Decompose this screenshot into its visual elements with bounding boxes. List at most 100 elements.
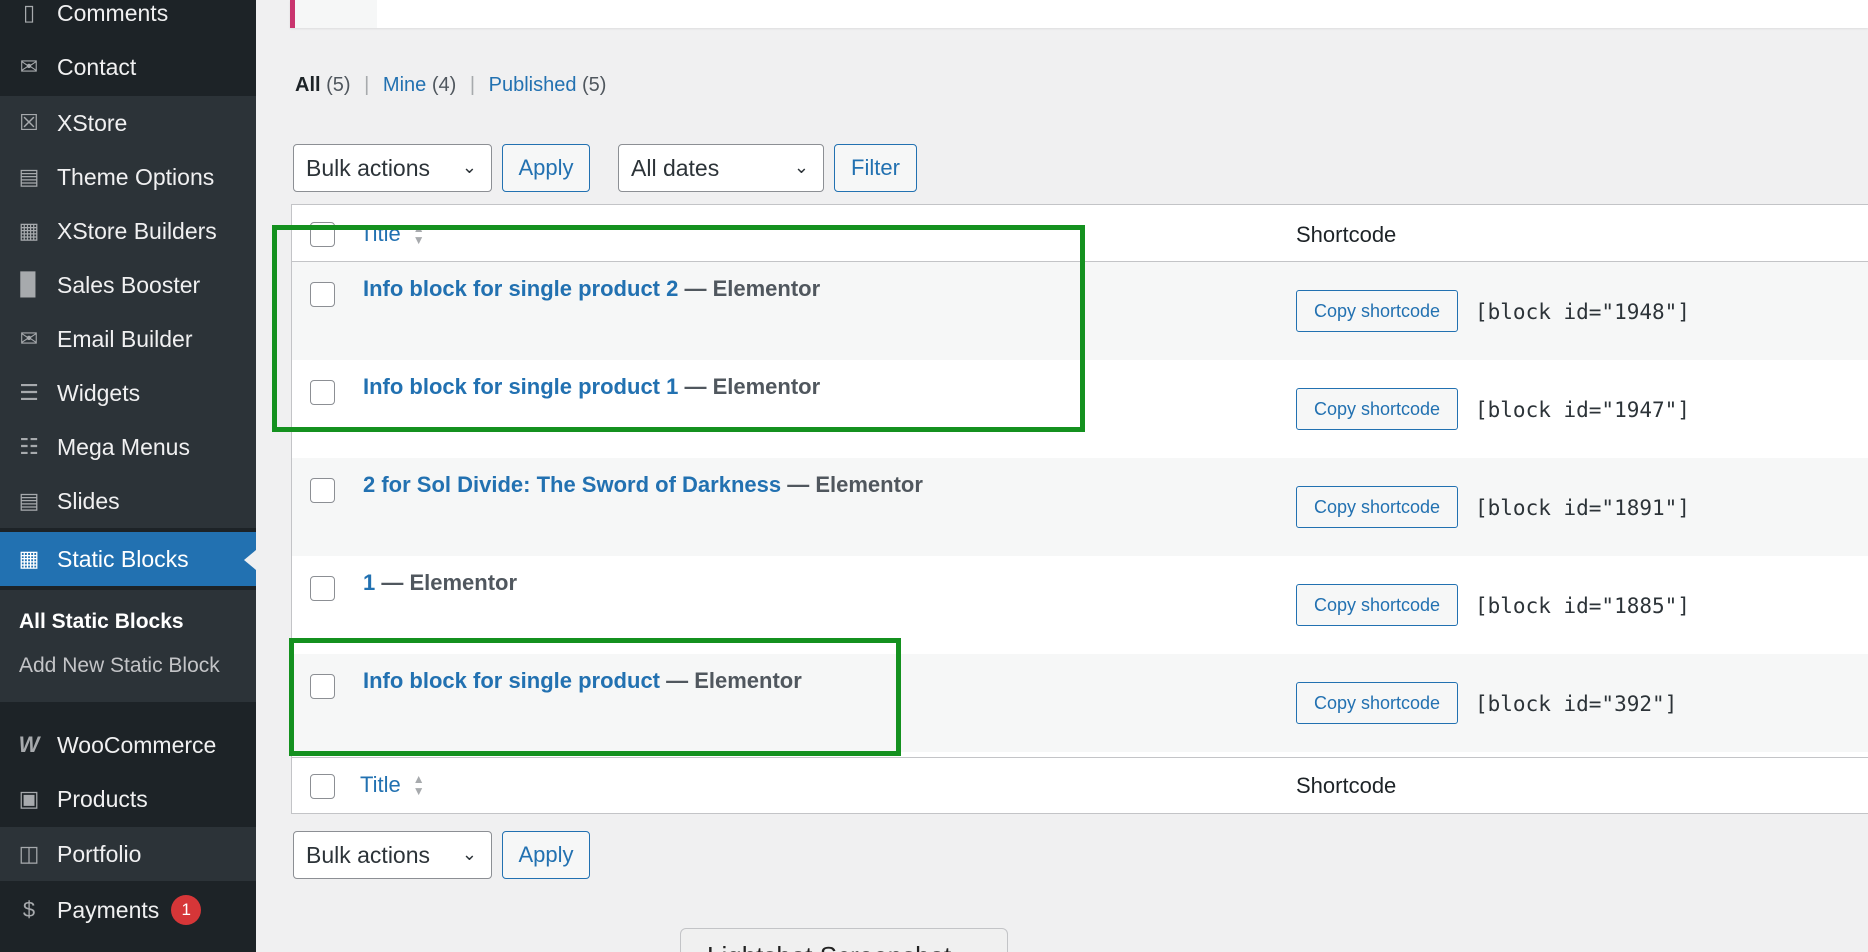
copy-shortcode-button[interactable]: Copy shortcode	[1296, 388, 1458, 430]
chevron-down-icon: ⌄	[461, 844, 477, 864]
chevron-down-icon: ⌄	[793, 157, 809, 177]
sidebar-item-label: Slides	[57, 487, 120, 514]
sidebar-item-label: Portfolio	[57, 840, 142, 867]
row-title-link[interactable]: 2 for Sol Divide: The Sword of Darkness	[363, 472, 781, 497]
submenu-add-new-static-block[interactable]: Add New Static Block	[19, 654, 220, 678]
widgets-icon: ☰	[19, 380, 39, 405]
slides-icon: ▤	[18, 488, 40, 513]
sliders-icon: ▤	[18, 164, 40, 189]
column-shortcode-label: Shortcode	[1296, 773, 1397, 798]
builder-grid-icon: ▦	[18, 218, 40, 243]
envelope-icon: ✉	[19, 326, 39, 351]
sidebar-item-label: XStore	[57, 109, 128, 136]
static-blocks-icon: ▦	[18, 546, 40, 571]
admin-sidebar: ▯ Comments ✉ Contact ☒ XStore ▤ Theme Op…	[0, 0, 256, 952]
sidebar-item-contact[interactable]: ✉ Contact	[0, 40, 256, 94]
sidebar-item-label: Mega Menus	[57, 433, 190, 460]
column-shortcode-label: Shortcode	[1296, 222, 1397, 247]
table-row: 2 for Sol Divide: The Sword of Darkness …	[292, 458, 1868, 556]
chevron-down-icon: ⌄	[461, 157, 477, 177]
separator: |	[469, 74, 476, 96]
row-title-suffix: — Elementor	[781, 472, 923, 497]
sort-arrows-icon: ▲ ▼	[412, 772, 425, 798]
sidebar-item-portfolio[interactable]: ◫ Portfolio	[0, 827, 256, 881]
view-all[interactable]: All	[295, 74, 321, 96]
separator: |	[364, 74, 370, 96]
sidebar-item-label: Static Blocks	[57, 545, 189, 572]
view-all-count: (5)	[326, 74, 351, 96]
copy-shortcode-button[interactable]: Copy shortcode	[1296, 486, 1458, 528]
date-filter-select[interactable]: All dates ⌄	[618, 144, 824, 192]
row-checkbox[interactable]	[310, 576, 335, 601]
column-title-label: Title	[360, 772, 401, 797]
row-title-link[interactable]: 1	[363, 570, 375, 595]
view-mine-count: (4)	[431, 74, 457, 96]
bulk-actions-value: Bulk actions	[306, 154, 431, 181]
bar-chart-icon: ▉	[20, 272, 38, 297]
sidebar-item-woocommerce[interactable]: W WooCommerce	[0, 718, 256, 772]
highlight-box-bottom	[289, 638, 901, 756]
sidebar-item-label: Theme Options	[57, 163, 215, 190]
sidebar-item-theme-options[interactable]: ▤ Theme Options	[0, 150, 256, 204]
sidebar-item-label: Products	[57, 785, 148, 812]
bulk-actions-select[interactable]: Bulk actions ⌄	[293, 144, 492, 192]
row-checkbox[interactable]	[310, 478, 335, 503]
sidebar-item-email-builder[interactable]: ✉ Email Builder	[0, 312, 256, 366]
shortcode-text: [block id="1891"]	[1475, 496, 1690, 520]
sidebar-item-label: WooCommerce	[57, 731, 217, 758]
shortcode-text: [block id="1948"]	[1475, 300, 1690, 324]
dollar-icon: $	[22, 897, 36, 922]
highlight-box-top	[272, 225, 1085, 432]
archive-icon: ▣	[18, 786, 40, 811]
sidebar-item-comments[interactable]: ▯ Comments	[0, 0, 256, 40]
mail-icon: ✉	[19, 54, 39, 79]
shortcode-text: [block id="1947"]	[1475, 398, 1690, 422]
copy-shortcode-button[interactable]: Copy shortcode	[1296, 682, 1458, 724]
static-blocks-submenu: All Static Blocks Add New Static Block	[0, 590, 256, 702]
sidebar-item-static-blocks[interactable]: ▦ Static Blocks	[0, 532, 256, 586]
mega-menu-icon: ☷	[19, 434, 39, 459]
sidebar-item-label: Widgets	[57, 379, 141, 406]
copy-shortcode-button[interactable]: Copy shortcode	[1296, 290, 1458, 332]
sidebar-item-mega-menus[interactable]: ☷ Mega Menus	[0, 420, 256, 474]
bulk-actions-value: Bulk actions	[306, 841, 431, 868]
table-footer: Title ▲ ▼ Shortcode	[292, 757, 1868, 814]
comment-icon: ▯	[22, 0, 36, 25]
sidebar-item-sales-booster[interactable]: ▉ Sales Booster	[0, 258, 256, 312]
sidebar-item-label: Payments	[57, 896, 160, 923]
sidebar-item-label: Email Builder	[57, 325, 193, 352]
lightshot-tab[interactable]: Lightshot Screenshot	[680, 928, 1008, 952]
bulk-actions-select-bottom[interactable]: Bulk actions ⌄	[293, 831, 492, 879]
row-title: 2 for Sol Divide: The Sword of Darkness …	[363, 472, 923, 498]
portfolio-icon: ◫	[18, 841, 40, 866]
view-filters: All (5) | Mine (4) | Published (5)	[295, 74, 606, 97]
sidebar-item-xstore[interactable]: ☒ XStore	[0, 96, 256, 150]
view-published[interactable]: Published	[489, 74, 577, 96]
sidebar-item-label: Comments	[57, 0, 169, 26]
sidebar-item-widgets[interactable]: ☰ Widgets	[0, 366, 256, 420]
date-filter-value: All dates	[631, 154, 720, 181]
sidebar-item-products[interactable]: ▣ Products	[0, 772, 256, 826]
sidebar-item-label: Contact	[57, 53, 137, 80]
view-mine[interactable]: Mine	[383, 74, 426, 96]
submenu-all-static-blocks[interactable]: All Static Blocks	[19, 610, 184, 634]
sidebar-item-label: Sales Booster	[57, 271, 201, 298]
title-column-sort-footer[interactable]: Title ▲ ▼	[360, 772, 425, 798]
notice-box	[290, 0, 1868, 28]
row-title-suffix: — Elementor	[375, 570, 518, 595]
apply-button[interactable]: Apply	[502, 144, 590, 192]
woocommerce-icon: W	[18, 732, 40, 757]
copy-shortcode-button[interactable]: Copy shortcode	[1296, 584, 1458, 626]
filter-button[interactable]: Filter	[834, 144, 917, 192]
sidebar-item-xstore-builders[interactable]: ▦ XStore Builders	[0, 204, 256, 258]
shortcode-text: [block id="392"]	[1475, 692, 1678, 716]
shortcode-text: [block id="1885"]	[1475, 594, 1690, 618]
apply-button-bottom[interactable]: Apply	[502, 831, 590, 879]
select-all-checkbox-footer[interactable]	[310, 774, 335, 799]
view-published-count: (5)	[582, 74, 607, 96]
sidebar-item-label: XStore Builders	[57, 217, 217, 244]
sidebar-item-slides[interactable]: ▤ Slides	[0, 474, 256, 528]
sidebar-item-payments[interactable]: $ Payments 1	[0, 883, 256, 937]
notification-badge: 1	[171, 895, 202, 925]
xstore-icon: ☒	[19, 110, 39, 135]
